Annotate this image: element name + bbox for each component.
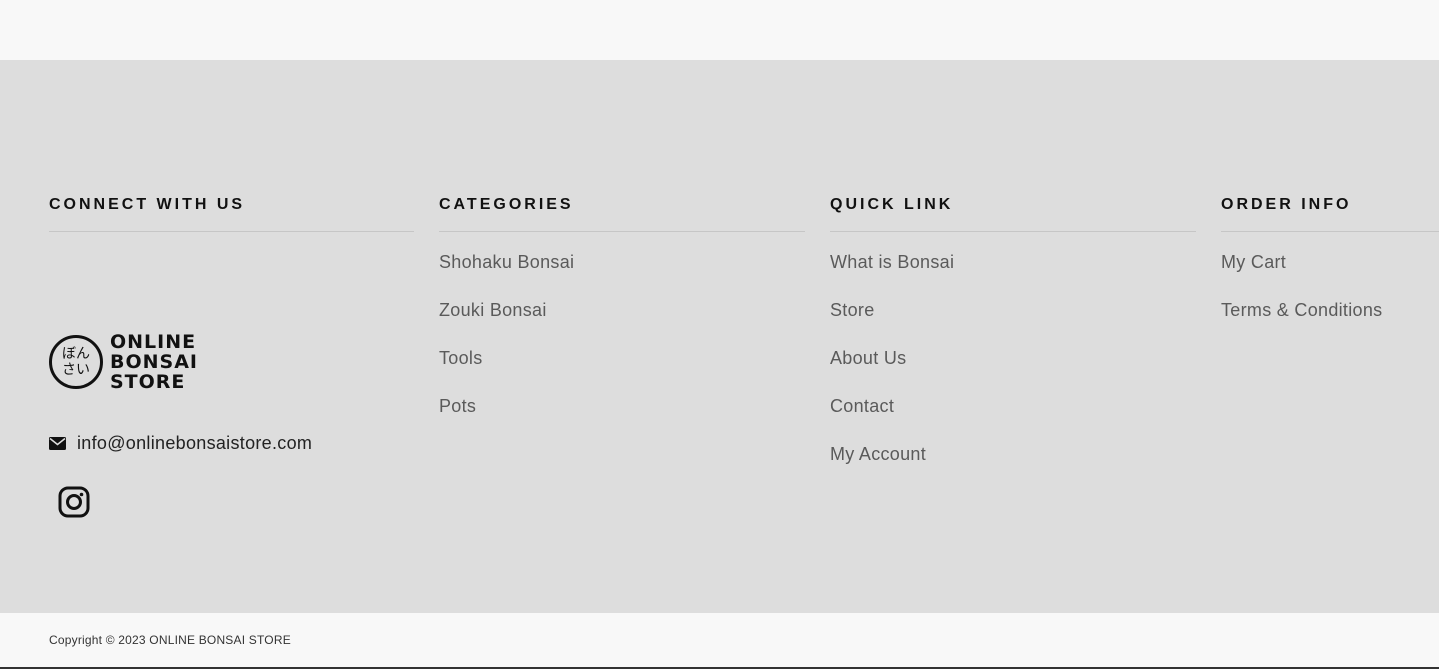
- order-info-divider: [1221, 231, 1439, 232]
- footer-column-order-info: ORDER INFO My Cart Terms & Conditions: [1221, 193, 1439, 346]
- categories-list: Shohaku Bonsai Zouki Bonsai Tools Pots: [439, 250, 805, 442]
- quick-link-list: What is Bonsai Store About Us Contact My…: [830, 250, 1196, 490]
- list-item: Contact: [830, 394, 1196, 442]
- logo-seal-line-1: ぼん: [62, 346, 90, 362]
- page-top-strip: [0, 0, 1439, 60]
- logo-seal: ぼん さい: [49, 335, 103, 389]
- connect-heading: CONNECT WITH US: [49, 196, 246, 213]
- connect-divider: [49, 231, 414, 232]
- quick-link-heading: QUICK LINK: [830, 196, 954, 213]
- footer-column-quick-link: QUICK LINK What is Bonsai Store About Us…: [830, 193, 1196, 490]
- email-row: info@onlinebonsaistore.com: [49, 433, 312, 454]
- quick-link-what-is-bonsai[interactable]: What is Bonsai: [830, 250, 954, 274]
- instagram-icon: [58, 486, 90, 522]
- category-link-tools[interactable]: Tools: [439, 346, 483, 370]
- list-item: My Cart: [1221, 250, 1439, 298]
- email-link[interactable]: info@onlinebonsaistore.com: [77, 433, 312, 454]
- categories-heading: CATEGORIES: [439, 196, 574, 213]
- site-footer: CONNECT WITH US ぼん さい ONLINE BONSAI STOR…: [0, 60, 1439, 613]
- categories-divider: [439, 231, 805, 232]
- logo-wordmark: ONLINE BONSAI STORE: [110, 332, 198, 392]
- quick-link-about-us[interactable]: About Us: [830, 346, 906, 370]
- list-item: What is Bonsai: [830, 250, 1196, 298]
- category-link-zouki-bonsai[interactable]: Zouki Bonsai: [439, 298, 547, 322]
- list-item: About Us: [830, 346, 1196, 394]
- list-item: Pots: [439, 394, 805, 442]
- copyright-text: Copyright © 2023 ONLINE BONSAI STORE: [49, 633, 291, 647]
- logo-text-line-1: ONLINE: [110, 331, 197, 353]
- site-logo[interactable]: ぼん さい ONLINE BONSAI STORE: [49, 331, 199, 393]
- order-info-list: My Cart Terms & Conditions: [1221, 250, 1439, 346]
- logo-seal-line-2: さい: [62, 362, 90, 378]
- instagram-link[interactable]: [58, 486, 90, 518]
- list-item: Tools: [439, 346, 805, 394]
- logo-text-line-3: STORE: [110, 371, 186, 393]
- quick-link-contact[interactable]: Contact: [830, 394, 894, 418]
- quick-link-my-account[interactable]: My Account: [830, 442, 926, 466]
- list-item: Terms & Conditions: [1221, 298, 1439, 346]
- list-item: Store: [830, 298, 1196, 346]
- footer-column-connect: CONNECT WITH US ぼん さい ONLINE BONSAI STOR…: [49, 193, 414, 518]
- list-item: Shohaku Bonsai: [439, 250, 805, 298]
- order-link-terms-conditions[interactable]: Terms & Conditions: [1221, 298, 1382, 322]
- logo-text-line-2: BONSAI: [110, 351, 198, 373]
- quick-link-store[interactable]: Store: [830, 298, 875, 322]
- category-link-pots[interactable]: Pots: [439, 394, 476, 418]
- list-item: Zouki Bonsai: [439, 298, 805, 346]
- order-link-my-cart[interactable]: My Cart: [1221, 250, 1286, 274]
- order-info-heading: ORDER INFO: [1221, 196, 1352, 213]
- category-link-shohaku-bonsai[interactable]: Shohaku Bonsai: [439, 250, 574, 274]
- list-item: My Account: [830, 442, 1196, 490]
- quick-link-divider: [830, 231, 1196, 232]
- envelope-icon: [49, 437, 66, 450]
- footer-column-categories: CATEGORIES Shohaku Bonsai Zouki Bonsai T…: [439, 193, 805, 442]
